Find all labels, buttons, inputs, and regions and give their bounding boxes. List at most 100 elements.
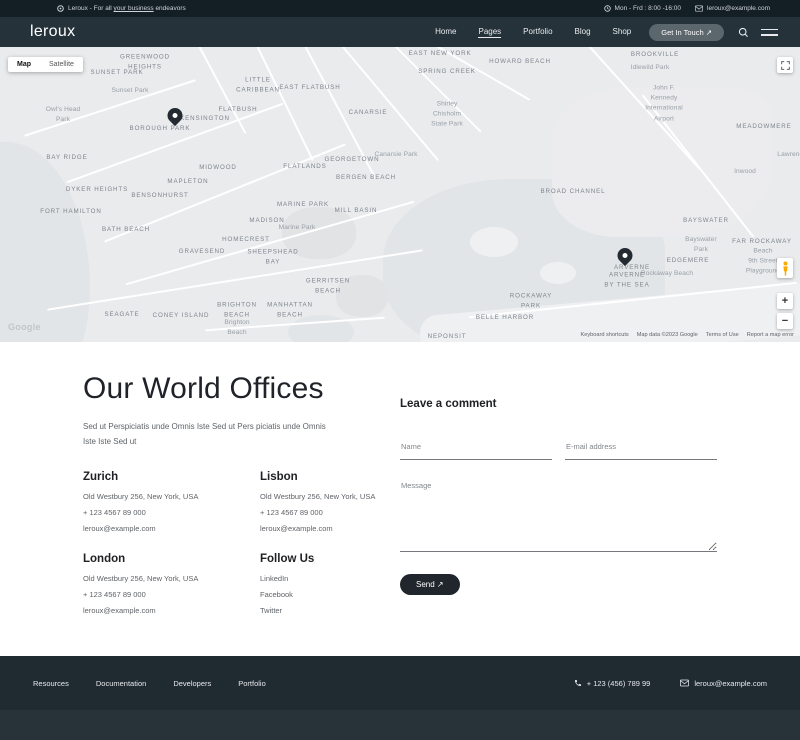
map-area-label: DYKER HEIGHTS: [66, 185, 128, 195]
twitter-link[interactable]: Twitter: [260, 606, 400, 615]
section-subtitle: Sed ut Perspiciatis unde Omnis Iste Sed …: [83, 419, 335, 449]
map-view-button[interactable]: Map: [8, 57, 40, 72]
office-london: London Old Westbury 256, New York, USA +…: [83, 553, 260, 615]
office-email[interactable]: leroux@example.com: [83, 606, 260, 615]
zoom-in-button[interactable]: +: [777, 293, 793, 309]
pegman-icon[interactable]: [777, 258, 793, 278]
map-area-label: KENSINGTON: [180, 114, 230, 124]
office-lisbon: Lisbon Old Westbury 256, New York, USA +…: [260, 471, 400, 533]
office-phone[interactable]: + 123 4567 89 000: [83, 590, 260, 599]
tagline-text: Leroux - For all your business endeavors: [68, 5, 186, 12]
globe-icon: [57, 5, 64, 12]
footer-link-developers[interactable]: Developers: [173, 679, 211, 688]
office-email[interactable]: leroux@example.com: [83, 524, 260, 533]
map-place-label: John F. Kennedy International Airport: [645, 84, 683, 125]
map-area-label: CONEY ISLAND: [153, 311, 210, 321]
map-area-label: GEORGETOWN: [325, 155, 380, 165]
office-zurich: Zurich Old Westbury 256, New York, USA +…: [83, 471, 260, 533]
message-textarea[interactable]: [400, 476, 717, 552]
zoom-out-button[interactable]: −: [777, 313, 793, 329]
marker-dot: [171, 112, 178, 119]
map-area-label: BELLE HARBOR: [476, 313, 534, 323]
footer-link-resources[interactable]: Resources: [33, 679, 69, 688]
map-type-toggle: Map Satellite: [8, 57, 83, 72]
office-phone[interactable]: + 123 4567 89 000: [260, 508, 400, 517]
map-area-label: LITTLE CARIBBEAN: [236, 75, 280, 94]
map-area-label: MEADOWMERE: [736, 122, 791, 132]
sub-footer: [0, 710, 800, 740]
top-bar: Leroux - For all your business endeavors…: [0, 0, 800, 17]
tagline: Leroux - For all your business endeavors: [57, 5, 186, 12]
map-area-label: EAST FLATBUSH: [279, 83, 340, 93]
map-place-label: Lawrence: [777, 150, 800, 160]
facebook-link[interactable]: Facebook: [260, 590, 400, 599]
nav-item-pages[interactable]: Pages: [478, 27, 501, 38]
offices-section: Our World Offices Sed ut Perspiciatis un…: [0, 342, 800, 656]
nav-item-blog[interactable]: Blog: [575, 27, 591, 37]
map-area-label: BROAD CHANNEL: [541, 187, 606, 197]
nav-item-shop[interactable]: Shop: [613, 27, 632, 37]
keyboard-shortcuts-link[interactable]: Keyboard shortcuts: [581, 332, 629, 338]
offices-grid: Zurich Old Westbury 256, New York, USA +…: [83, 471, 400, 615]
google-logo[interactable]: Google: [8, 322, 41, 332]
map-water-bay-left: [0, 142, 90, 342]
map-area-label: SPRING CREEK: [418, 67, 476, 77]
map-place-label: Sunset Park: [111, 86, 148, 96]
map-attribution: Keyboard shortcuts Map data ©2023 Google…: [581, 332, 794, 338]
topbar-email[interactable]: leroux@example.com: [695, 5, 770, 12]
office-city: London: [83, 553, 260, 565]
footer-link-documentation[interactable]: Documentation: [96, 679, 146, 688]
map-place-label: Rockaway Beach: [641, 269, 693, 279]
map-place-label: Brighton Beach: [224, 318, 249, 338]
map-place-label: Marine Park: [279, 223, 316, 233]
linkedin-link[interactable]: LinkedIn: [260, 574, 400, 583]
follow-us-title: Follow Us: [260, 553, 400, 565]
topbar-email-text: leroux@example.com: [707, 5, 770, 12]
comment-form: Leave a comment Send ↗: [400, 372, 717, 656]
office-address: Old Westbury 256, New York, USA: [260, 492, 400, 501]
map-place-label: Canarsie Park: [374, 150, 417, 160]
name-input[interactable]: [400, 439, 552, 460]
office-phone[interactable]: + 123 4567 89 000: [83, 508, 260, 517]
envelope-icon: [680, 679, 689, 687]
fullscreen-button[interactable]: [777, 57, 793, 73]
map-area-label: BAYSWATER: [683, 216, 729, 226]
map-place-label: Inwood: [734, 167, 756, 177]
terms-link[interactable]: Terms of Use: [706, 332, 739, 338]
map-area-label: FORT HAMILTON: [40, 207, 101, 217]
office-city: Lisbon: [260, 471, 400, 483]
map-place-label: Owl's Head Park: [46, 105, 81, 125]
google-map[interactable]: GREENWOOD HEIGHTSSUNSET PARKSunset ParkL…: [0, 47, 800, 342]
footer-phone-text: + 123 (456) 789 99: [587, 679, 651, 688]
footer: Resources Documentation Developers Portf…: [0, 656, 800, 710]
map-place-label: Beach 9th Street Playground: [746, 247, 780, 278]
footer-phone[interactable]: + 123 (456) 789 99: [574, 679, 651, 688]
map-area-label: GERRITSEN BEACH: [306, 276, 350, 295]
footer-links: Resources Documentation Developers Portf…: [33, 679, 266, 688]
search-icon[interactable]: [738, 27, 749, 38]
office-email[interactable]: leroux@example.com: [260, 524, 400, 533]
map-area-label: MIDWOOD: [199, 163, 237, 173]
logo[interactable]: leroux: [30, 23, 75, 41]
email-input[interactable]: [565, 439, 717, 460]
footer-email[interactable]: leroux@example.com: [680, 679, 767, 688]
nav-item-home[interactable]: Home: [435, 27, 456, 37]
satellite-view-button[interactable]: Satellite: [40, 57, 83, 72]
map-area-label: BOROUGH PARK: [130, 124, 191, 134]
clock-icon: [604, 5, 611, 12]
footer-link-portfolio[interactable]: Portfolio: [238, 679, 266, 688]
send-button[interactable]: Send ↗: [400, 574, 460, 595]
map-data-text: Map data ©2023 Google: [637, 332, 698, 338]
map-area-label: BERGEN BEACH: [336, 173, 396, 183]
tagline-link[interactable]: your business: [114, 5, 154, 12]
map-area-label: FLATBUSH: [218, 105, 257, 115]
map-area-label: EAST NEW YORK: [408, 49, 471, 59]
map-area-label: HOMECREST: [222, 235, 270, 245]
report-error-link[interactable]: Report a map error: [747, 332, 794, 338]
form-title: Leave a comment: [400, 398, 717, 410]
nav-item-portfolio[interactable]: Portfolio: [523, 27, 552, 37]
menu-icon[interactable]: [761, 29, 778, 36]
office-city: Zurich: [83, 471, 260, 483]
map-area-label: SUNSET PARK: [91, 68, 144, 78]
get-in-touch-button[interactable]: Get In Touch ↗: [649, 24, 724, 41]
